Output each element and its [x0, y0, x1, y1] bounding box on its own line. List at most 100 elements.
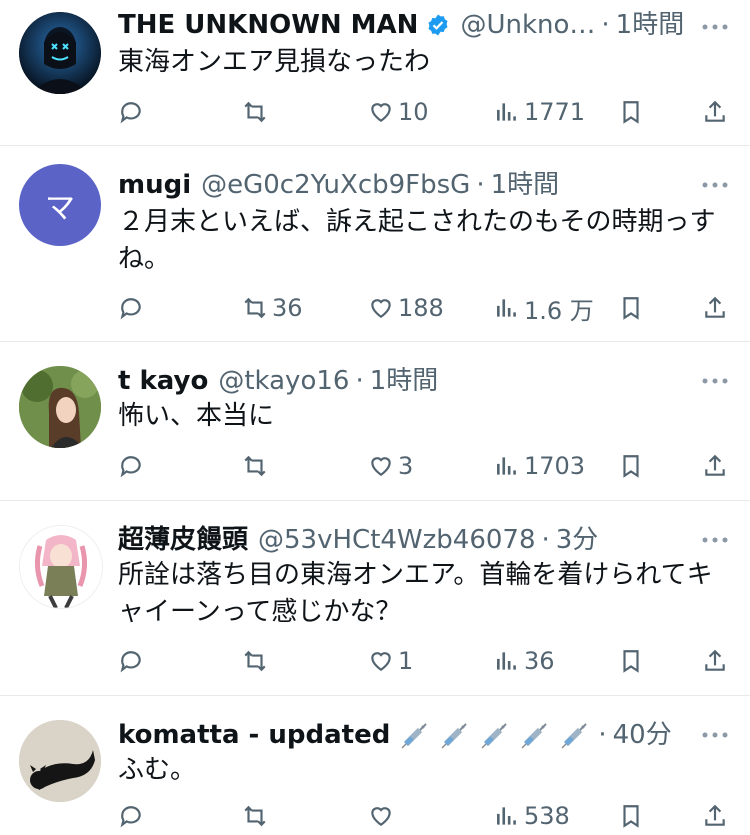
retweet-icon [244, 805, 266, 827]
separator-dot: · [601, 10, 610, 40]
share-button[interactable] [702, 798, 728, 834]
tweet-text: 所詮は落ち目の東海オンエア。首輪を着けられてキ ャイーンって感じかな？ [118, 557, 713, 631]
like-button[interactable]: 10 [368, 94, 429, 130]
share-icon [705, 454, 725, 476]
share-button[interactable] [702, 290, 728, 326]
handle[interactable]: @Unkno… [460, 8, 595, 42]
view-count: 36 [524, 647, 555, 675]
tweet[interactable]: マ mugi @eG0c2YuXcb9FbsG · 1時間 ２月末といえば、訴え… [0, 146, 750, 342]
views-button[interactable]: 1771 [494, 94, 585, 130]
syringe-icon [561, 723, 588, 749]
handle[interactable]: @53vHCt4Wzb46078 [258, 523, 535, 557]
view-count: 1.6 万 [524, 296, 594, 325]
tweet-header: THE UNKNOWN MAN @Unkno… · 1時間 [118, 8, 684, 42]
reply-button[interactable] [118, 94, 148, 130]
timestamp[interactable]: 1時間 [616, 8, 685, 42]
reply-button[interactable] [118, 798, 148, 834]
handle[interactable]: @eG0c2YuXcb9FbsG [201, 168, 470, 202]
bookmark-button[interactable] [618, 448, 644, 484]
share-icon [705, 804, 725, 826]
reply-icon [120, 651, 141, 673]
share-button[interactable] [702, 94, 728, 130]
action-bar: 1 36 [118, 643, 730, 679]
more-options-icon[interactable] [700, 376, 730, 386]
reply-feed: THE UNKNOWN MAN @Unkno… · 1時間 東海オンエア見損なっ… [0, 0, 750, 835]
tweet[interactable]: t kayo @tkayo16 · 1時間 怖い、本当に 3 1703 [0, 342, 750, 501]
views-chart-icon [497, 807, 516, 825]
bookmark-button[interactable] [618, 643, 644, 679]
like-button[interactable] [368, 798, 398, 834]
timestamp[interactable]: 40分 [613, 718, 672, 752]
view-count: 1703 [524, 452, 586, 480]
handle[interactable]: @tkayo16 [218, 364, 349, 398]
views-chart-icon [497, 299, 516, 317]
verified-badge-icon [428, 14, 448, 36]
more-options-icon[interactable] [700, 180, 730, 190]
display-name[interactable]: t kayo [118, 364, 208, 398]
views-button[interactable]: 1.6 万 [494, 290, 594, 326]
action-bar: 10 1771 [118, 94, 730, 130]
syringe-icon [401, 723, 428, 749]
reply-button[interactable] [118, 643, 148, 679]
retweet-button[interactable] [242, 448, 272, 484]
more-options-icon[interactable] [700, 730, 730, 740]
share-icon [705, 100, 725, 122]
views-button[interactable]: 538 [494, 798, 570, 834]
share-icon [705, 649, 725, 671]
retweet-button[interactable]: 36 [242, 290, 303, 326]
retweet-count: 36 [272, 294, 303, 322]
display-name[interactable]: mugi [118, 168, 191, 202]
like-button[interactable]: 1 [368, 643, 413, 679]
tweet[interactable]: komatta - updated · 40分 ふむ。 538 [0, 696, 750, 835]
avatar[interactable] [19, 525, 103, 609]
more-options-icon[interactable] [700, 22, 730, 32]
timestamp[interactable]: 1時間 [370, 364, 439, 398]
views-button[interactable]: 1703 [494, 448, 585, 484]
retweet-icon [244, 455, 266, 477]
bookmark-button[interactable] [618, 290, 644, 326]
tweet-text-line: ャイーンって感じかな？ [118, 597, 402, 627]
heart-icon [371, 103, 391, 122]
views-button[interactable]: 36 [494, 643, 555, 679]
timestamp[interactable]: 1時間 [491, 168, 560, 202]
avatar[interactable] [19, 366, 101, 448]
retweet-button[interactable] [242, 643, 272, 679]
tweet-header: mugi @eG0c2YuXcb9FbsG · 1時間 [118, 168, 559, 202]
heart-icon [371, 299, 391, 318]
tweet[interactable]: 超薄皮饅頭 @53vHCt4Wzb46078 · 3分 所詮は落ち目の東海オンエ… [0, 501, 750, 696]
reply-button[interactable] [118, 290, 148, 326]
avatar[interactable] [19, 12, 101, 94]
tweet-header: komatta - updated · 40分 [118, 718, 672, 752]
heart-icon [371, 457, 391, 476]
share-button[interactable] [702, 643, 728, 679]
retweet-button[interactable] [242, 798, 272, 834]
tweet[interactable]: THE UNKNOWN MAN @Unkno… · 1時間 東海オンエア見損なっ… [0, 0, 750, 146]
avatar[interactable]: マ [19, 164, 101, 246]
like-button[interactable]: 3 [368, 448, 413, 484]
like-count: 10 [398, 98, 429, 126]
view-count: 1771 [524, 98, 586, 126]
display-name[interactable]: 超薄皮饅頭 [118, 523, 248, 557]
views-chart-icon [497, 652, 516, 670]
action-bar: 538 [118, 798, 730, 834]
like-button[interactable]: 188 [368, 290, 444, 326]
timestamp[interactable]: 3分 [556, 523, 599, 557]
more-options-icon[interactable] [700, 535, 730, 545]
bookmark-button[interactable] [618, 798, 644, 834]
avatar-initial: マ [45, 191, 75, 226]
views-chart-icon [497, 103, 516, 121]
reply-icon [120, 806, 141, 828]
avatar[interactable] [19, 720, 101, 802]
bookmark-button[interactable] [618, 94, 644, 130]
reply-button[interactable] [118, 448, 148, 484]
retweet-button[interactable] [242, 94, 272, 130]
tweet-text-line: ね。 [118, 244, 171, 274]
bookmark-icon [623, 805, 639, 828]
share-button[interactable] [702, 448, 728, 484]
display-name[interactable]: komatta - updated [118, 718, 390, 752]
action-bar: 36 188 1.6 万 [118, 290, 730, 326]
view-count: 538 [524, 802, 570, 830]
tweet-header: t kayo @tkayo16 · 1時間 [118, 364, 438, 398]
retweet-icon [244, 101, 266, 123]
display-name[interactable]: THE UNKNOWN MAN [118, 8, 418, 42]
